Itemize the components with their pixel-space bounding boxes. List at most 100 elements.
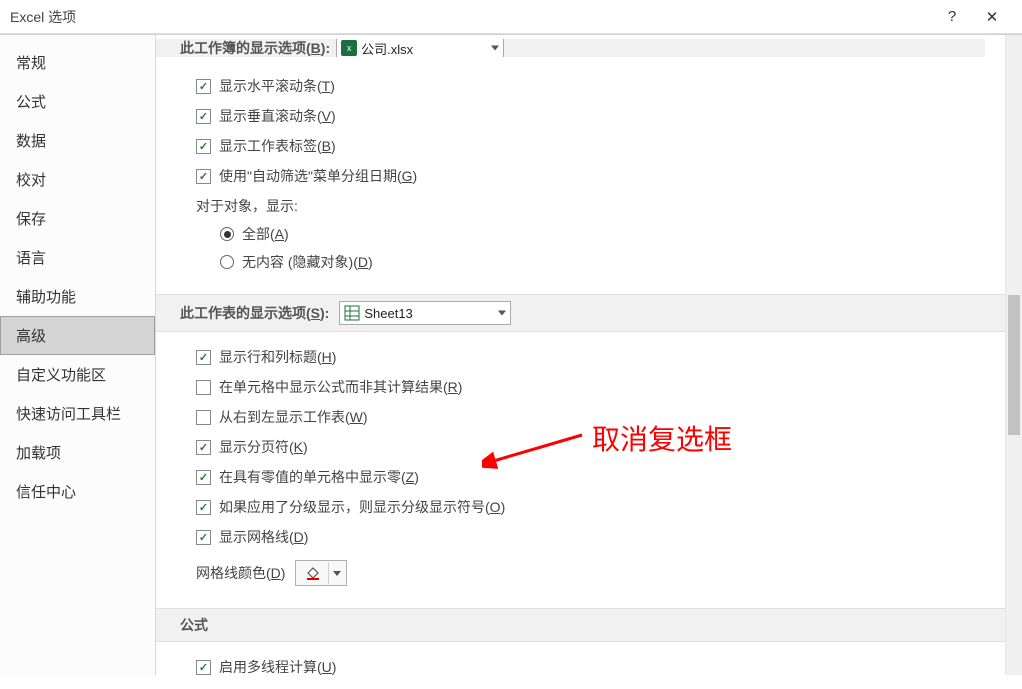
checkbox-icon [196,410,211,425]
checkbox-icon [196,169,211,184]
chk-label: 在单元格中显示公式而非其计算结果(R) [219,377,462,397]
sidebar-item-data[interactable]: 数据 [0,121,155,160]
sidebar-item-label: 自定义功能区 [16,367,106,384]
workbook-dropdown-value: 公司.xlsx [361,39,413,57]
radio-none[interactable]: 无内容 (隐藏对象)(D) [196,248,985,276]
content-panel: 此工作簿的显示选项(B): x 公司.xlsx 显示水平滚动条(T) 显示垂直滚… [156,35,1005,675]
chk-headers[interactable]: 显示行和列标题(H) [196,342,985,372]
scrollbar-vertical[interactable] [1005,35,1022,675]
radio-label: 全部(A) [242,224,289,244]
sidebar-item-quick-access[interactable]: 快速访问工具栏 [0,394,155,433]
checkbox-icon [196,530,211,545]
formulas-section-options: 启用多线程计算(U) 计算线程数 [180,642,985,675]
sidebar-item-label: 保存 [16,211,46,228]
sheet-dropdown-value: Sheet13 [364,306,412,321]
chk-outline[interactable]: 如果应用了分级显示，则显示分级显示符号(O) [196,492,985,522]
checkbox-icon [196,660,211,675]
chk-pagebreak[interactable]: 显示分页符(K) [196,432,985,462]
radio-all[interactable]: 全部(A) [196,220,985,248]
chk-label: 显示工作表标签(B) [219,136,336,156]
gridline-color-row: 网格线颜色(D) [196,552,985,590]
sheet-display-header: 此工作表的显示选项(S): Sheet13 [156,294,1005,332]
chevron-down-icon [491,46,499,51]
formulas-section-header: 公式 [156,608,1005,642]
sheet-dropdown[interactable]: Sheet13 [339,301,511,325]
checkbox-icon [196,440,211,455]
checkbox-icon [196,109,211,124]
checkbox-icon [196,139,211,154]
main-area: 常规 公式 数据 校对 保存 语言 辅助功能 高级 自定义功能区 快速访问工具栏… [0,34,1022,675]
sidebar-item-addins[interactable]: 加载项 [0,433,155,472]
chk-zeros[interactable]: 在具有零值的单元格中显示零(Z) [196,462,985,492]
checkbox-icon [196,350,211,365]
chk-label: 如果应用了分级显示，则显示分级显示符号(O) [219,497,505,517]
chk-label: 显示垂直滚动条(V) [219,106,336,126]
radio-label: 无内容 (隐藏对象)(D) [242,252,373,272]
objects-label: 对于对象，显示: [196,191,985,220]
chevron-down-icon [333,571,341,576]
sidebar: 常规 公式 数据 校对 保存 语言 辅助功能 高级 自定义功能区 快速访问工具栏… [0,35,156,675]
sidebar-item-label: 语言 [16,250,46,267]
radio-icon [220,255,234,269]
sidebar-item-save[interactable]: 保存 [0,199,155,238]
chk-hscroll[interactable]: 显示水平滚动条(T) [196,71,985,101]
sidebar-item-label: 公式 [16,94,46,111]
sidebar-item-accessibility[interactable]: 辅助功能 [0,277,155,316]
sidebar-item-label: 高级 [16,328,46,345]
chk-label: 显示行和列标题(H) [219,347,336,367]
sidebar-item-formulas[interactable]: 公式 [0,82,155,121]
sidebar-item-label: 辅助功能 [16,289,76,306]
chk-autofilter[interactable]: 使用"自动筛选"菜单分组日期(G) [196,161,985,191]
sidebar-item-label: 信任中心 [16,484,76,501]
sidebar-item-proofing[interactable]: 校对 [0,160,155,199]
chk-label: 在具有零值的单元格中显示零(Z) [219,467,419,487]
sidebar-item-customize-ribbon[interactable]: 自定义功能区 [0,355,155,394]
sidebar-item-language[interactable]: 语言 [0,238,155,277]
sheet-display-label: 此工作表的显示选项(S): [180,303,329,323]
split-icon [328,562,329,584]
chk-label: 使用"自动筛选"菜单分组日期(G) [219,166,417,186]
chk-vscroll[interactable]: 显示垂直滚动条(V) [196,101,985,131]
chk-label: 显示水平滚动条(T) [219,76,335,96]
paint-bucket-icon [302,564,324,582]
excel-file-icon: x [341,40,357,56]
checkbox-icon [196,470,211,485]
checkbox-icon [196,79,211,94]
window-title: Excel 选项 [10,7,932,27]
chk-gridlines[interactable]: 显示网格线(D) [196,522,985,552]
chk-tabs[interactable]: 显示工作表标签(B) [196,131,985,161]
chk-label: 启用多线程计算(U) [219,657,336,675]
titlebar: Excel 选项 ? ✕ [0,0,1022,34]
sheet-icon [344,305,360,321]
scrollbar-thumb[interactable] [1008,295,1020,435]
chk-multithread[interactable]: 启用多线程计算(U) [196,652,985,675]
gridline-color-button[interactable] [295,560,347,586]
chk-label: 从右到左显示工作表(W) [219,407,368,427]
checkbox-icon [196,500,211,515]
sidebar-item-advanced[interactable]: 高级 [0,316,155,355]
checkbox-icon [196,380,211,395]
sidebar-item-general[interactable]: 常规 [0,43,155,82]
chk-formulas[interactable]: 在单元格中显示公式而非其计算结果(R) [196,372,985,402]
sidebar-item-label: 数据 [16,133,46,150]
help-button[interactable]: ? [932,2,972,32]
sidebar-item-label: 快速访问工具栏 [16,406,121,423]
sidebar-item-label: 加载项 [16,445,61,462]
sidebar-item-label: 常规 [16,55,46,72]
workbook-display-header-cut: 此工作簿的显示选项(B): x 公司.xlsx [156,39,985,57]
chk-label: 显示分页符(K) [219,437,308,457]
formulas-section-label: 公式 [180,615,208,635]
chk-label: 显示网格线(D) [219,527,308,547]
workbook-dropdown[interactable]: x 公司.xlsx [336,39,504,57]
sheet-display-options: 显示行和列标题(H) 在单元格中显示公式而非其计算结果(R) 从右到左显示工作表… [180,332,985,596]
content-wrap: 此工作簿的显示选项(B): x 公司.xlsx 显示水平滚动条(T) 显示垂直滚… [156,35,1022,675]
sidebar-item-label: 校对 [16,172,46,189]
chk-rtl[interactable]: 从右到左显示工作表(W) [196,402,985,432]
chevron-down-icon [498,311,506,316]
gridline-color-label: 网格线颜色(D) [196,563,285,583]
workbook-display-label: 此工作簿的显示选项(B): [180,39,330,57]
workbook-display-options: 显示水平滚动条(T) 显示垂直滚动条(V) 显示工作表标签(B) 使用"自动筛选… [180,61,985,282]
radio-icon [220,227,234,241]
close-button[interactable]: ✕ [972,2,1012,32]
sidebar-item-trust-center[interactable]: 信任中心 [0,472,155,511]
